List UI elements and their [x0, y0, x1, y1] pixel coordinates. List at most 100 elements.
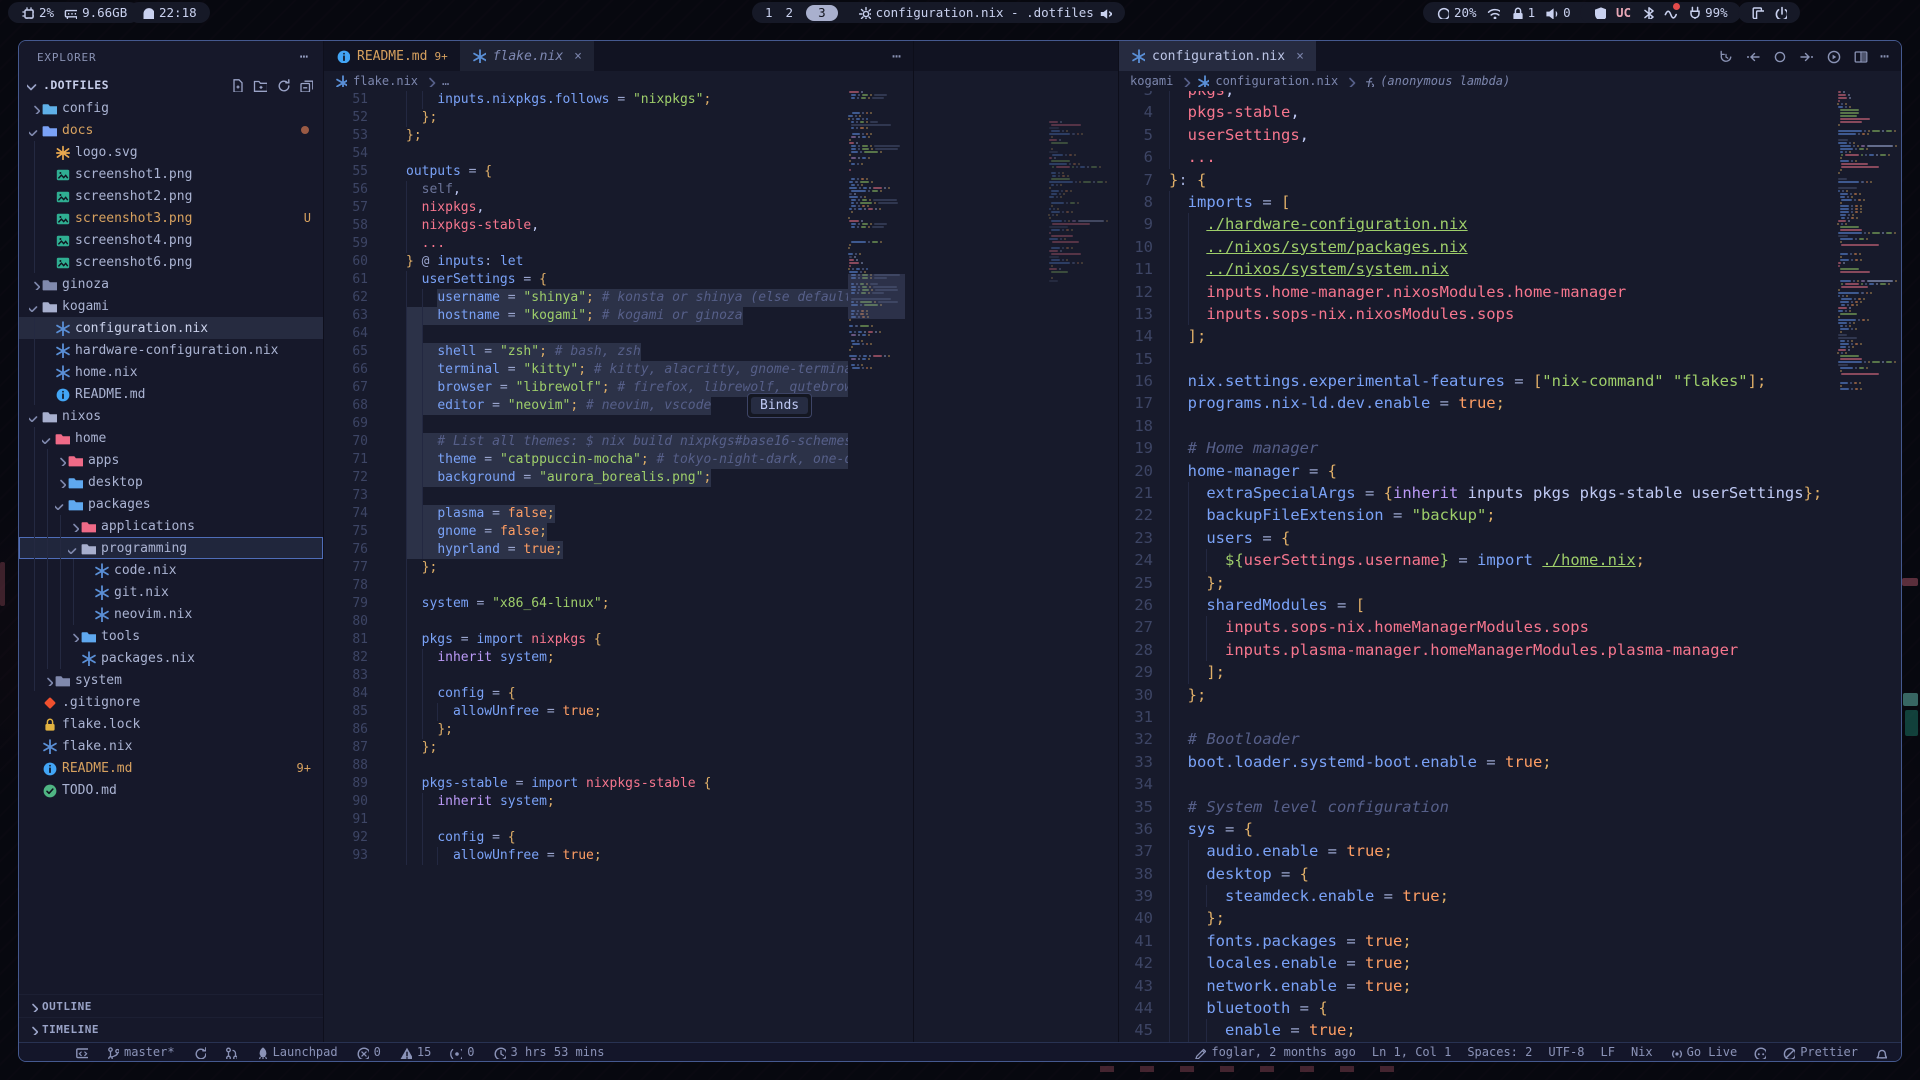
code-line-17[interactable]: 17 programs.nix-ld.dev.enable = true;: [1119, 392, 1901, 414]
tree-item-screenshot2.png[interactable]: screenshot2.png: [19, 185, 323, 207]
circle-icon[interactable]: [1772, 49, 1787, 64]
code-line-36[interactable]: 36 sys = {: [1119, 818, 1901, 840]
code-line-41[interactable]: 41 fonts.packages = true;: [1119, 930, 1901, 952]
code-line-30[interactable]: 30 };: [1119, 684, 1901, 706]
code-line-80[interactable]: 80: [324, 613, 913, 631]
code-line-21[interactable]: 21 extraSpecialArgs = {inherit inputs pk…: [1119, 482, 1901, 504]
tree-item-home.nix[interactable]: home.nix: [19, 361, 323, 383]
code-line-12[interactable]: 12 inputs.home-manager.nixosModules.home…: [1119, 281, 1901, 303]
tree-item-git.nix[interactable]: git.nix: [19, 581, 323, 603]
tab-readme[interactable]: README.md 9+: [324, 41, 460, 71]
chevron-right-icon[interactable]: [53, 477, 68, 488]
code-line-93[interactable]: 93 allowUnfree = true;: [324, 847, 913, 865]
tree-item-ginoza[interactable]: ginoza: [19, 273, 323, 295]
tree-item-apps[interactable]: apps: [19, 449, 323, 471]
statusbar-eol[interactable]: LF: [1600, 1045, 1614, 1059]
code-line-11[interactable]: 11 ../nixos/system/system.nix: [1119, 258, 1901, 280]
tree-item-screenshot6.png[interactable]: screenshot6.png: [19, 251, 323, 273]
code-line-90[interactable]: 90 inherit system;: [324, 793, 913, 811]
code-line-62[interactable]: 62 username = "shinya"; # konsta or shin…: [324, 289, 913, 307]
code-line-26[interactable]: 26 sharedModules = [: [1119, 594, 1901, 616]
tree-item-TODO.md[interactable]: TODO.md: [19, 779, 323, 801]
code-line-75[interactable]: 75 gnome = false;: [324, 523, 913, 541]
code-line-72[interactable]: 72 background = "aurora_borealis.png";: [324, 469, 913, 487]
nav-forward-icon[interactable]: [1799, 49, 1814, 64]
run-icon[interactable]: [1826, 49, 1841, 64]
collapse-all-icon[interactable]: [299, 78, 313, 92]
code-line-79[interactable]: 79 system = "x86_64-linux";: [324, 595, 913, 613]
statusbar-git-blame[interactable]: foglar, 2 months ago: [1193, 1045, 1356, 1059]
more-actions-icon[interactable]: ⋯: [1880, 49, 1889, 64]
timeline-section[interactable]: TIMELINE: [19, 1017, 323, 1040]
nav-back-icon[interactable]: [1745, 49, 1760, 64]
code-line-31[interactable]: 31: [1119, 706, 1901, 728]
tab-flake-nix[interactable]: flake.nix ×: [460, 41, 594, 71]
breadcrumb-item[interactable]: …: [442, 74, 449, 88]
chevron-down-icon[interactable]: [40, 433, 55, 444]
statusbar-encoding[interactable]: UTF-8: [1548, 1045, 1584, 1059]
code-line-43[interactable]: 43 network.enable = true;: [1119, 975, 1901, 997]
code-line-13[interactable]: 13 inputs.sops-nix.nixosModules.sops: [1119, 303, 1901, 325]
code-line-45[interactable]: 45 enable = true;: [1119, 1019, 1901, 1041]
workspace-2[interactable]: 2: [786, 5, 794, 20]
chevron-right-icon[interactable]: [40, 675, 55, 686]
code-line-70[interactable]: 70 # List all themes: $ nix build nixpkg…: [324, 433, 913, 451]
tree-item-screenshot4.png[interactable]: screenshot4.png: [19, 229, 323, 251]
code-line-81[interactable]: 81 pkgs = import nixpkgs {: [324, 631, 913, 649]
chevron-down-icon[interactable]: [27, 411, 42, 422]
code-line-29[interactable]: 29 ];: [1119, 661, 1901, 683]
code-line-55[interactable]: 55outputs = {: [324, 163, 913, 181]
code-editor-flake[interactable]: 51 inputs.nixpkgs.follows = "nixpkgs";52…: [324, 91, 913, 1042]
statusbar-warnings[interactable]: 15: [399, 1045, 431, 1059]
statusbar-go-live[interactable]: Go Live: [1669, 1045, 1738, 1059]
breadcrumb-item[interactable]: configuration.nix: [1215, 74, 1338, 88]
close-icon[interactable]: ×: [574, 49, 582, 64]
workspace-3[interactable]: 3: [806, 5, 838, 21]
code-line-28[interactable]: 28 inputs.plasma-manager.homeManagerModu…: [1119, 639, 1901, 661]
code-line-10[interactable]: 10 ../nixos/system/packages.nix: [1119, 236, 1901, 258]
minimap[interactable]: [848, 91, 905, 1042]
breadcrumb-item[interactable]: flake.nix: [353, 74, 418, 88]
chevron-right-icon[interactable]: [66, 631, 81, 642]
code-line-66[interactable]: 66 terminal = "kitty"; # kitty, alacritt…: [324, 361, 913, 379]
close-icon[interactable]: ×: [1296, 49, 1304, 64]
code-line-44[interactable]: 44 bluetooth = {: [1119, 997, 1901, 1019]
minimap[interactable]: [1837, 91, 1899, 1042]
statusbar-copilot[interactable]: [1753, 1046, 1766, 1059]
code-line-39[interactable]: 39 steamdeck.enable = true;: [1119, 885, 1901, 907]
code-line-33[interactable]: 33 boot.loader.systemd-boot.enable = tru…: [1119, 751, 1901, 773]
tree-item-programming[interactable]: programming: [19, 537, 323, 559]
tree-item-code.nix[interactable]: code.nix: [19, 559, 323, 581]
code-line-86[interactable]: 86 };: [324, 721, 913, 739]
code-line-54[interactable]: 54: [324, 145, 913, 163]
code-line-6[interactable]: 6 ...: [1119, 146, 1901, 168]
code-line-89[interactable]: 89 pkgs-stable = import nixpkgs-stable {: [324, 775, 913, 793]
tree-item-.gitignore[interactable]: .gitignore: [19, 691, 323, 713]
statusbar-language-mode[interactable]: Nix: [1631, 1045, 1653, 1059]
code-line-4[interactable]: 4 pkgs-stable,: [1119, 101, 1901, 123]
workspace-root-row[interactable]: .DOTFILES: [19, 73, 323, 97]
tree-item-screenshot3.png[interactable]: screenshot3.pngU: [19, 207, 323, 229]
tree-item-configuration.nix[interactable]: configuration.nix: [19, 317, 323, 339]
code-line-18[interactable]: 18: [1119, 415, 1901, 437]
code-line-91[interactable]: 91: [324, 811, 913, 829]
tree-item-home[interactable]: home: [19, 427, 323, 449]
breadcrumb-right[interactable]: kogami configuration.nix (anonymous lamb…: [1119, 71, 1901, 91]
statusbar-git-sync[interactable]: [193, 1046, 206, 1059]
code-line-65[interactable]: 65 shell = "zsh"; # bash, zsh: [324, 343, 913, 361]
tree-item-flake.lock[interactable]: flake.lock: [19, 713, 323, 735]
code-line-5[interactable]: 5 userSettings,: [1119, 124, 1901, 146]
tree-item-applications[interactable]: applications: [19, 515, 323, 537]
statusbar-launchpad[interactable]: Launchpad: [255, 1045, 338, 1059]
code-line-23[interactable]: 23 users = {: [1119, 527, 1901, 549]
tree-item-config[interactable]: config: [19, 97, 323, 119]
code-line-57[interactable]: 57 nixpkgs,: [324, 199, 913, 217]
tree-item-logo.svg[interactable]: logo.svg: [19, 141, 323, 163]
code-line-76[interactable]: 76 hyprland = true;: [324, 541, 913, 559]
tree-item-system[interactable]: system: [19, 669, 323, 691]
code-line-24[interactable]: 24 ${userSettings.username} = import ./h…: [1119, 549, 1901, 571]
new-file-icon[interactable]: [230, 78, 244, 92]
tree-item-desktop[interactable]: desktop: [19, 471, 323, 493]
chevron-down-icon[interactable]: [27, 125, 42, 136]
code-line-71[interactable]: 71 theme = "catppuccin-mocha"; # tokyo-n…: [324, 451, 913, 469]
